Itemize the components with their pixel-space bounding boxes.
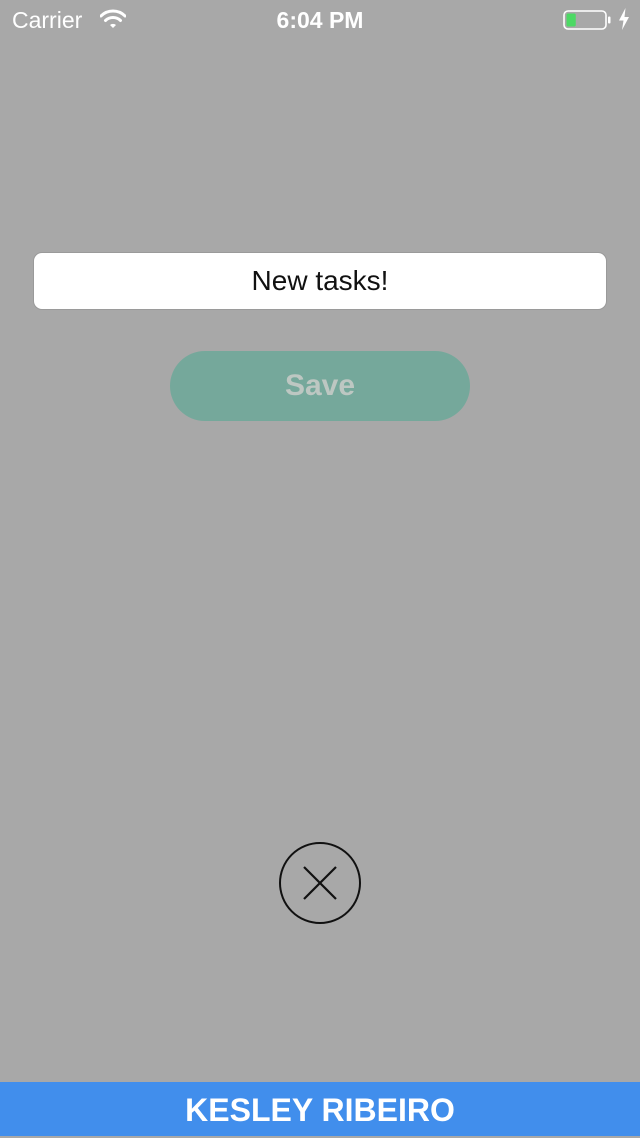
charging-bolt-icon (619, 8, 629, 30)
battery-fill (566, 13, 576, 27)
task-input[interactable] (33, 252, 607, 310)
close-circle-icon (279, 842, 361, 924)
status-time: 6:04 PM (276, 7, 364, 33)
status-bar: Carrier 6:04 PM (0, 0, 640, 40)
footer-banner: KESLEY RIBEIRO (0, 1082, 640, 1136)
close-button[interactable] (278, 842, 362, 926)
author-name: KESLEY RIBEIRO (185, 1092, 455, 1128)
battery-charging-icon (563, 10, 611, 30)
save-button[interactable]: Save (170, 351, 470, 421)
